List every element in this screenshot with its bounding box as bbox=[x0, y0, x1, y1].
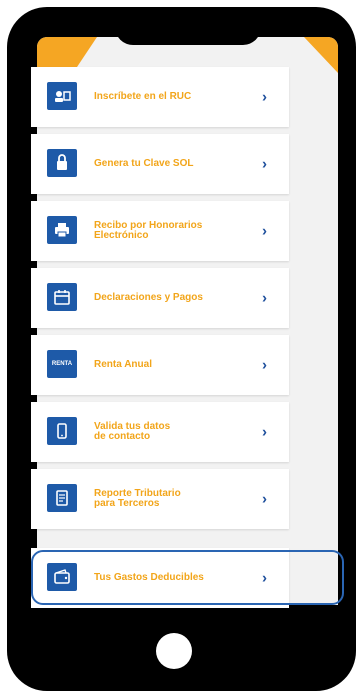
menu-item-label: Recibo por Honorarios Electrónico bbox=[94, 220, 203, 241]
chevron-right-icon: › bbox=[262, 356, 267, 374]
menu-item-label: Declaraciones y Pagos bbox=[94, 292, 203, 303]
menu-item-label: Renta Anual bbox=[94, 359, 152, 370]
home-button[interactable] bbox=[156, 633, 192, 669]
menu-item-label: Genera tu Clave SOL bbox=[94, 158, 194, 169]
chevron-right-icon: › bbox=[262, 289, 267, 307]
menu-item-declaraciones-pagos[interactable]: Declaraciones y Pagos › bbox=[31, 268, 289, 328]
menu-item-inscribete-ruc[interactable]: Inscríbete en el RUC › bbox=[31, 67, 289, 127]
renta-icon-text: RENTA bbox=[51, 361, 73, 367]
menu-item-renta-anual[interactable]: RENTA Renta Anual › bbox=[31, 335, 289, 395]
selection-highlight bbox=[31, 550, 344, 605]
chevron-right-icon: › bbox=[262, 155, 267, 173]
chevron-right-icon: › bbox=[262, 490, 267, 508]
ruc-registration-icon bbox=[47, 82, 77, 110]
lock-key-icon bbox=[47, 149, 77, 177]
menu-item-reporte-tributario[interactable]: Reporte Tributario para Terceros › bbox=[31, 469, 289, 529]
menu-item-label: Reporte Tributario para Terceros bbox=[94, 488, 181, 509]
menu-item-clave-sol[interactable]: Genera tu Clave SOL › bbox=[31, 134, 289, 194]
menu-item-label: Valida tus datos de contacto bbox=[94, 421, 171, 442]
menu-item-label: Inscríbete en el RUC bbox=[94, 91, 192, 102]
chevron-right-icon: › bbox=[262, 88, 267, 106]
printer-receipt-icon bbox=[47, 216, 77, 244]
calendar-payment-icon bbox=[47, 283, 77, 311]
menu-item-recibo-honorarios[interactable]: Recibo por Honorarios Electrónico › bbox=[31, 201, 289, 261]
accent-decoration-right bbox=[304, 37, 338, 73]
mobile-contact-icon bbox=[47, 417, 77, 445]
chevron-right-icon: › bbox=[262, 423, 267, 441]
document-report-icon bbox=[47, 484, 77, 512]
renta-card-icon: RENTA bbox=[47, 350, 77, 378]
chevron-right-icon: › bbox=[262, 222, 267, 240]
menu-item-valida-datos[interactable]: Valida tus datos de contacto › bbox=[31, 402, 289, 462]
phone-notch bbox=[115, 7, 261, 45]
